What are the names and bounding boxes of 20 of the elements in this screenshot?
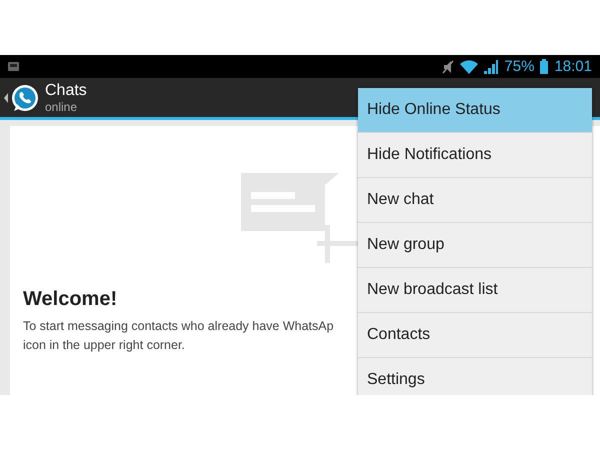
chat-title: Chats xyxy=(45,82,87,100)
menu-item[interactable]: Settings xyxy=(358,358,592,395)
app-logo-icon[interactable] xyxy=(3,82,39,112)
battery-icon xyxy=(540,59,548,74)
menu-item[interactable]: New broadcast list xyxy=(358,268,592,313)
wifi-icon xyxy=(460,60,478,74)
battery-percent: 75% xyxy=(504,58,534,75)
status-subtitle: online xyxy=(45,100,78,114)
menu-item[interactable]: New chat xyxy=(358,178,592,223)
welcome-text: To start messaging contacts who already have WhatsAp xyxy=(23,318,334,335)
menu-item[interactable]: Hide Notifications xyxy=(358,133,592,178)
clock-time: 18:01 xyxy=(554,58,592,75)
signal-icon xyxy=(484,60,498,74)
mute-icon xyxy=(442,60,454,74)
notification-icon xyxy=(8,62,19,71)
menu-item[interactable]: Contacts xyxy=(358,313,592,358)
welcome-heading: Welcome! xyxy=(23,288,118,311)
welcome-text: icon in the upper right corner. xyxy=(23,337,185,354)
menu-item[interactable]: Hide Online Status xyxy=(358,88,592,133)
menu-item[interactable]: New group xyxy=(358,223,592,268)
